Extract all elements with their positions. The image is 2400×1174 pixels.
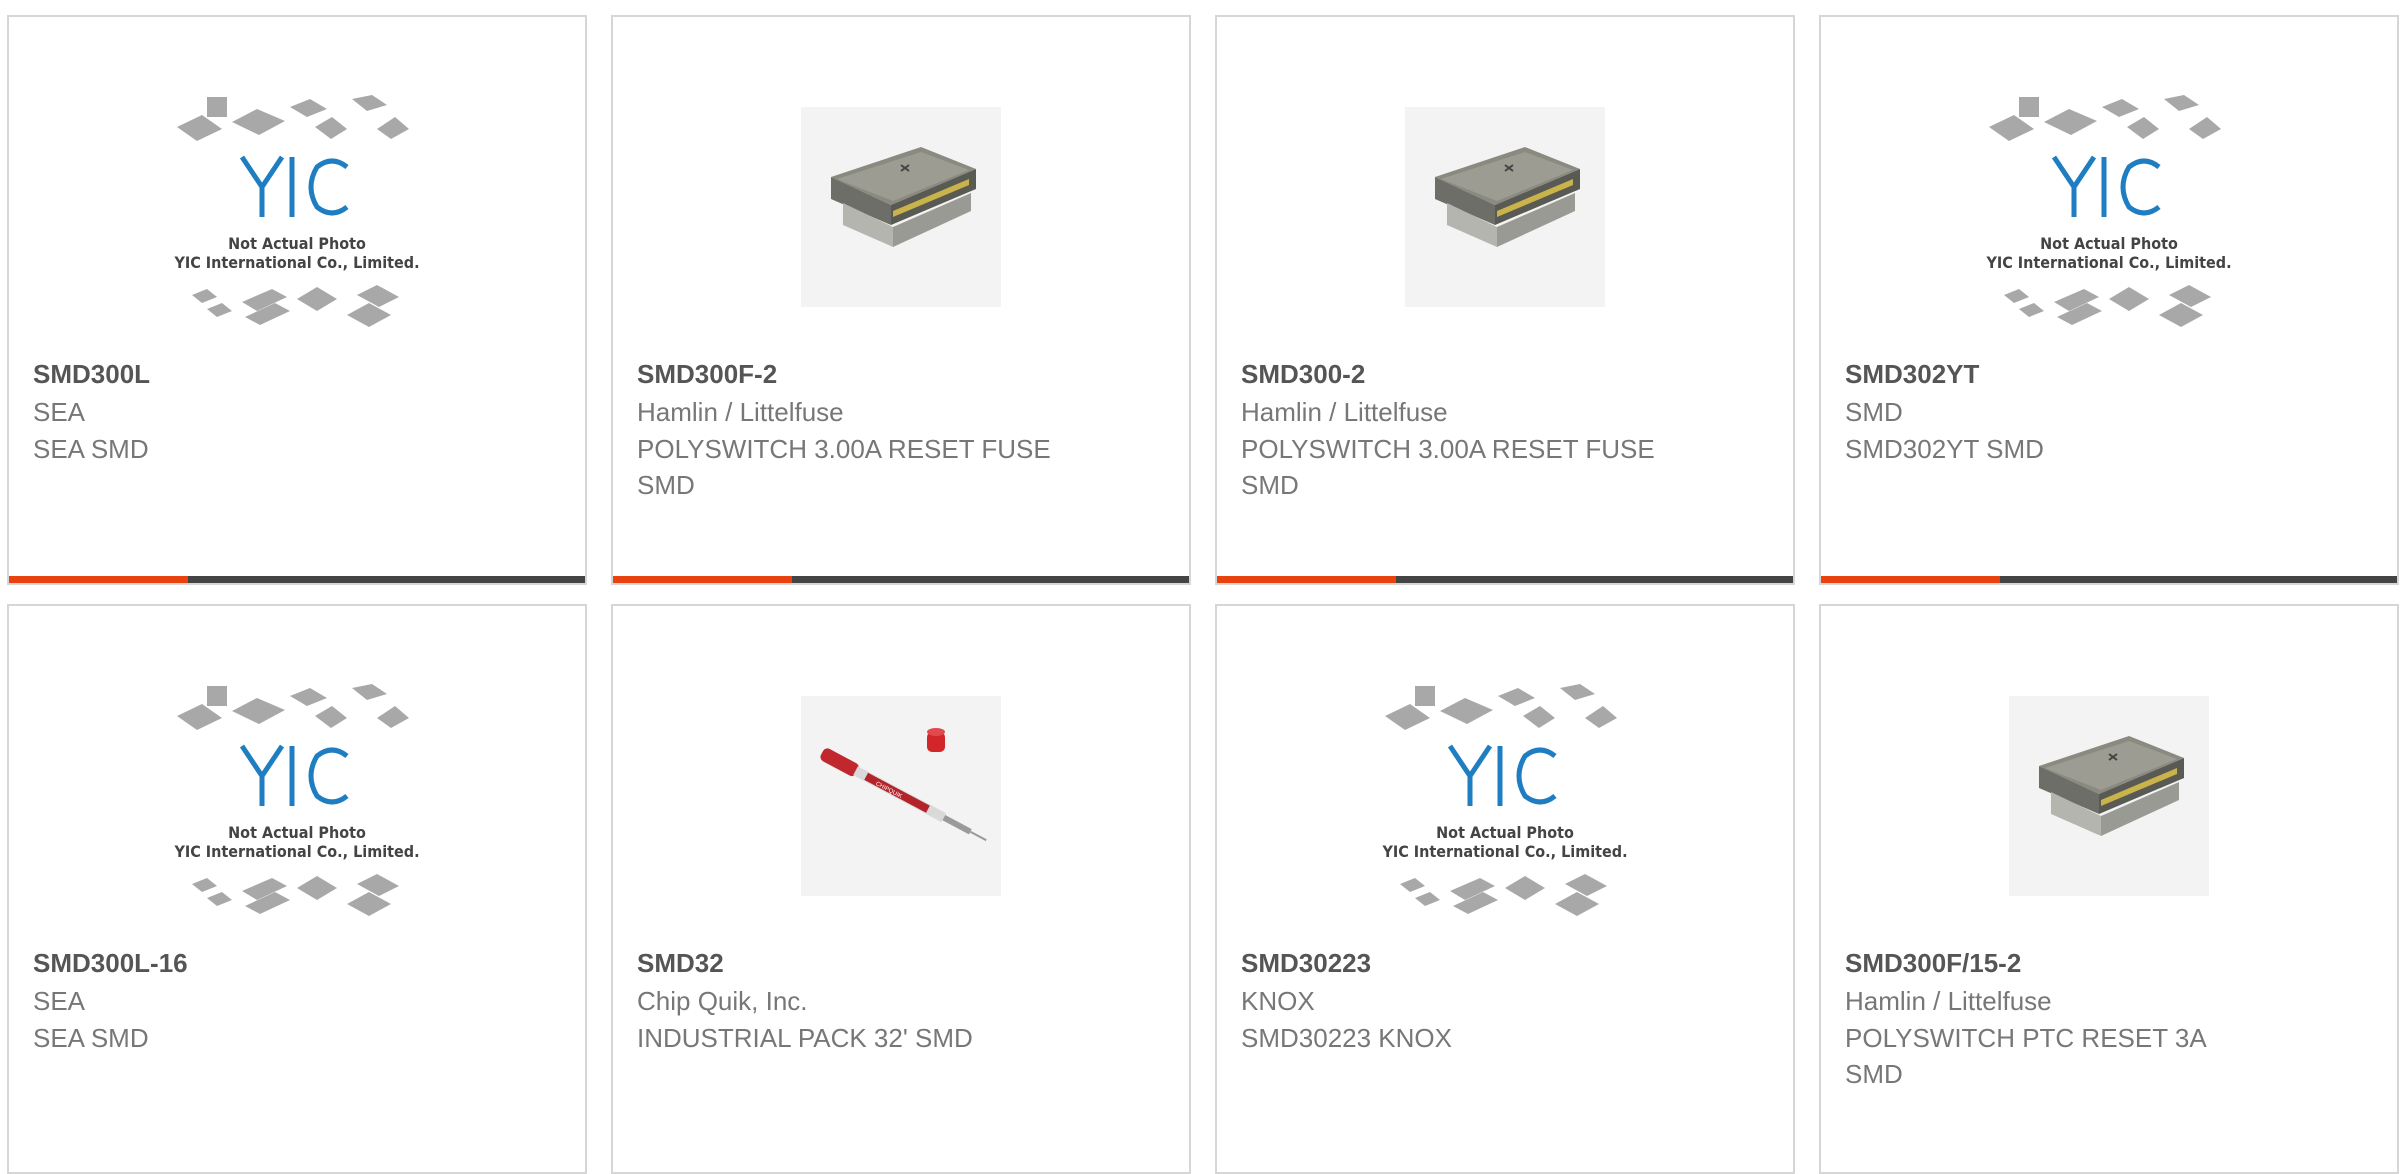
card-progress-fill (1821, 576, 2000, 583)
description: SMD30223 KNOX (1241, 1023, 1452, 1053)
svg-text:YIC International Co., Limited: YIC International Co., Limited. (173, 842, 419, 861)
manufacturer: SEA (33, 397, 86, 427)
product-card[interactable]: SMD300-2 Hamlin / Littelfuse POLYSWITCH … (1215, 15, 1795, 585)
polyswitch-fuse-icon (613, 57, 1189, 357)
manufacturer: SEA (33, 986, 86, 1016)
description: INDUSTRIAL PACK 32' SMD (637, 1023, 973, 1053)
placeholder-icon: Not Actual Photo YIC International Co., … (1821, 57, 2397, 357)
svg-text:Not Actual Photo: Not Actual Photo (1436, 823, 1574, 842)
product-card[interactable]: Not Actual Photo YIC International Co., … (7, 15, 587, 585)
product-card[interactable]: SMD32 Chip Quik, Inc. INDUSTRIAL PACK 32… (611, 604, 1191, 1174)
product-card[interactable]: SMD300F/15-2 Hamlin / Littelfuse POLYSWI… (1819, 604, 2399, 1174)
product-card[interactable]: Not Actual Photo YIC International Co., … (1819, 15, 2399, 585)
polyswitch-fuse-icon (1217, 57, 1793, 357)
manufacturer: Chip Quik, Inc. (637, 986, 808, 1016)
description: SEA SMD (33, 1023, 149, 1053)
card-progress-fill (9, 576, 188, 583)
product-card[interactable]: Not Actual Photo YIC International Co., … (1215, 604, 1795, 1174)
part-number[interactable]: SMD300F/15-2 (1845, 946, 2021, 980)
solder-syringe-icon (613, 646, 1189, 946)
part-number[interactable]: SMD300L-16 (33, 946, 188, 980)
part-number[interactable]: SMD300L (33, 357, 150, 391)
card-progress-bar (9, 576, 585, 583)
card-progress-fill (1217, 576, 1396, 583)
placeholder-icon: Not Actual Photo YIC International Co., … (1217, 646, 1793, 946)
part-number[interactable]: SMD30223 (1241, 946, 1371, 980)
description: POLYSWITCH 3.00A RESET FUSE SMD (1241, 434, 1655, 500)
part-number[interactable]: SMD300-2 (1241, 357, 1365, 391)
description: SEA SMD (33, 434, 149, 464)
description: SMD302YT SMD (1845, 434, 2044, 464)
part-number[interactable]: SMD302YT (1845, 357, 1979, 391)
placeholder-icon: Not Actual Photo YIC International Co., … (9, 57, 585, 357)
product-card[interactable]: SMD300F-2 Hamlin / Littelfuse POLYSWITCH… (611, 15, 1191, 585)
product-grid: Not Actual Photo YIC International Co., … (0, 0, 2400, 1174)
card-progress-bar (613, 576, 1189, 583)
svg-text:Not Actual Photo: Not Actual Photo (228, 823, 366, 842)
manufacturer: SMD (1845, 397, 1903, 427)
svg-text:YIC International Co., Limited: YIC International Co., Limited. (1381, 842, 1627, 861)
product-card[interactable]: Not Actual Photo YIC International Co., … (7, 604, 587, 1174)
card-progress-bar (1821, 576, 2397, 583)
card-progress-bar (1217, 576, 1793, 583)
polyswitch-fuse-icon (1821, 646, 2397, 946)
part-number[interactable]: SMD300F-2 (637, 357, 777, 391)
description: POLYSWITCH 3.00A RESET FUSE SMD (637, 434, 1051, 500)
svg-text:Not Actual Photo: Not Actual Photo (228, 234, 366, 253)
card-progress-fill (613, 576, 792, 583)
manufacturer: KNOX (1241, 986, 1315, 1016)
manufacturer: Hamlin / Littelfuse (1845, 986, 2052, 1016)
svg-text:YIC International Co., Limited: YIC International Co., Limited. (173, 253, 419, 272)
svg-text:YIC International Co., Limited: YIC International Co., Limited. (1985, 253, 2231, 272)
manufacturer: Hamlin / Littelfuse (1241, 397, 1448, 427)
svg-text:Not Actual Photo: Not Actual Photo (2040, 234, 2178, 253)
part-number[interactable]: SMD32 (637, 946, 724, 980)
placeholder-icon: Not Actual Photo YIC International Co., … (9, 646, 585, 946)
description: POLYSWITCH PTC RESET 3A SMD (1845, 1023, 2206, 1089)
manufacturer: Hamlin / Littelfuse (637, 397, 844, 427)
